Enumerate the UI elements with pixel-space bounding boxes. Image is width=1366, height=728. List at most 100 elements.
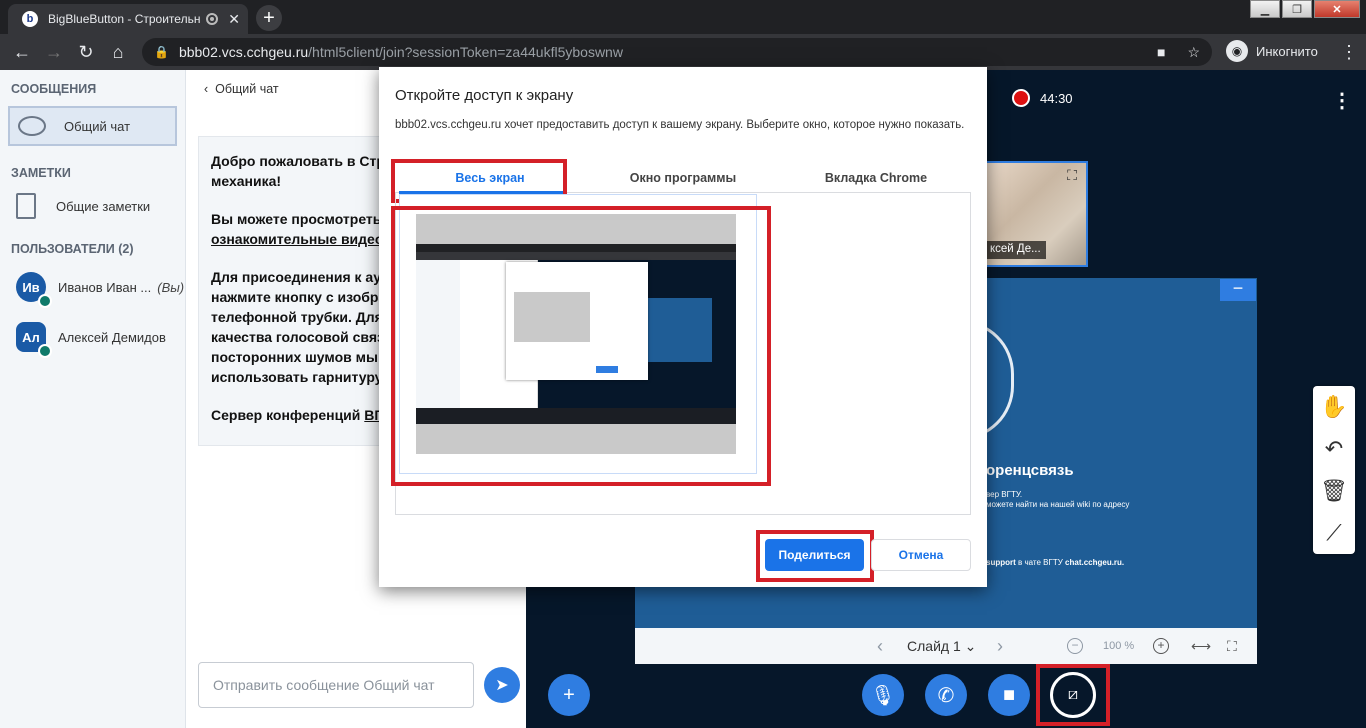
dialog-description: bbb02.vcs.cchgeu.ru хочет предоставить д… bbox=[395, 119, 965, 131]
window-controls: ▁ ❐ ✕ bbox=[1250, 0, 1360, 18]
messages-section-title: СООБЩЕНИЯ bbox=[11, 82, 97, 96]
address-bar[interactable]: 🔒 bbb02.vcs.cchgeu.ru /html5client/join?… bbox=[142, 38, 1212, 66]
shared-notes-item[interactable]: Общие заметки bbox=[0, 186, 185, 226]
fullscreen-icon[interactable]: ⛶ bbox=[1227, 638, 1237, 655]
user-item[interactable]: Ив Иванов Иван ... (Вы) bbox=[0, 262, 185, 312]
mic-status-icon bbox=[38, 344, 52, 358]
camera-blocked-icon[interactable]: ■ bbox=[1157, 44, 1165, 61]
hand-tool-icon[interactable]: ✋ bbox=[1313, 386, 1355, 428]
zoom-out-icon[interactable]: − bbox=[1067, 638, 1083, 654]
chat-bubble-icon bbox=[18, 116, 46, 136]
screenshare-highlight: ⧄ bbox=[1036, 664, 1110, 726]
minimize-presentation-button[interactable]: − bbox=[1220, 279, 1256, 301]
user-item[interactable]: Ал Алексей Демидов bbox=[0, 312, 185, 362]
welcome-text: Сервер конференций bbox=[211, 407, 365, 423]
welcome-text: Вы можете просмотреть bbox=[211, 211, 382, 227]
minimize-window-button[interactable]: ▁ bbox=[1250, 0, 1280, 18]
trash-icon[interactable]: 🗑 bbox=[1313, 470, 1355, 512]
home-icon[interactable]: ⌂ bbox=[102, 42, 134, 63]
url-path: /html5client/join?sessionToken=za44ukfl5… bbox=[308, 44, 623, 60]
star-icon[interactable]: ☆ bbox=[1187, 44, 1200, 61]
notes-section-title: ЗАМЕТКИ bbox=[11, 166, 71, 180]
back-icon[interactable]: ← bbox=[6, 42, 38, 63]
tab-title: BigBlueButton - Строительн bbox=[48, 12, 201, 26]
welcome-text: использовать гарнитуру bbox=[211, 369, 383, 385]
slide-text-bold: support bbox=[986, 558, 1016, 567]
user-name: Иванов Иван ... bbox=[58, 279, 152, 295]
previous-slide-icon[interactable]: ‹ bbox=[877, 636, 883, 657]
multi-user-whiteboard-icon[interactable]: ⟋ bbox=[1313, 512, 1355, 554]
users-section-title: ПОЛЬЗОВАТЕЛИ (2) bbox=[11, 242, 134, 256]
slide-text: support в чате ВГТУ chat.cchgeu.ru. bbox=[986, 558, 1124, 567]
dialog-title: Откройте доступ к экрану bbox=[395, 87, 574, 104]
user-list-panel: СООБЩЕНИЯ Общий чат ЗАМЕТКИ Общие заметк… bbox=[0, 70, 186, 728]
browser-tab[interactable]: b BigBlueButton - Строительн ✕ bbox=[8, 4, 248, 34]
public-chat-item[interactable]: Общий чат bbox=[8, 106, 177, 146]
maximize-window-button[interactable]: ❐ bbox=[1282, 0, 1312, 18]
share-button[interactable]: Поделиться bbox=[765, 539, 864, 571]
slide-selector[interactable]: Слайд 1 ⌄ bbox=[907, 638, 976, 655]
incognito-label: Инкогнито bbox=[1256, 43, 1318, 59]
welcome-text: посторонних шумов мы bbox=[211, 349, 378, 365]
thumbnail-highlight bbox=[391, 206, 771, 486]
new-tab-button[interactable]: + bbox=[256, 5, 282, 31]
welcome-text-end: ! bbox=[276, 173, 282, 189]
tab-application-window[interactable]: Окно программы bbox=[585, 163, 781, 193]
incognito-indicator[interactable]: ◉ Инкогнито bbox=[1226, 40, 1318, 62]
notes-icon bbox=[16, 193, 36, 219]
you-label: (Вы) bbox=[157, 279, 185, 295]
slide-heading: оренцсвязь bbox=[986, 462, 1074, 479]
recording-time: 44:30 bbox=[1040, 90, 1073, 106]
welcome-text: телефонной трубки. Для bbox=[211, 309, 383, 325]
url-host: bbb02.vcs.cchgeu.ru bbox=[178, 44, 309, 60]
public-chat-label: Общий чат bbox=[64, 118, 131, 134]
recording-icon bbox=[1012, 89, 1030, 107]
welcome-text: Добро пожаловать в bbox=[211, 153, 360, 169]
slide-selector-label: Слайд 1 bbox=[907, 637, 961, 654]
fullscreen-icon[interactable]: ⛶ bbox=[1062, 167, 1082, 187]
welcome-text: нажмите кнопку с изобра bbox=[211, 289, 384, 305]
share-webcam-button[interactable]: ■ bbox=[988, 674, 1030, 716]
chat-header[interactable]: ‹ Общий чат bbox=[204, 82, 279, 96]
incognito-icon: ◉ bbox=[1226, 40, 1248, 62]
avatar: Ал bbox=[16, 322, 52, 358]
leave-audio-button[interactable]: ✆ bbox=[925, 674, 967, 716]
desktop-share-icon: ⧄ bbox=[1067, 686, 1079, 703]
browser-tab-strip: b BigBlueButton - Строительн ✕ + ▁ ❐ ✕ bbox=[0, 0, 1366, 34]
recording-indicator[interactable]: 44:30 bbox=[1012, 89, 1073, 107]
options-menu-icon[interactable]: ⋮ bbox=[1332, 88, 1352, 113]
close-window-button[interactable]: ✕ bbox=[1314, 0, 1360, 18]
tab-close-icon[interactable]: ✕ bbox=[228, 11, 240, 28]
tab-chrome-tab[interactable]: Вкладка Chrome bbox=[781, 163, 971, 193]
chat-title: Общий чат bbox=[215, 82, 279, 96]
fit-width-icon[interactable]: ⟷ bbox=[1191, 638, 1211, 655]
video-camera-icon: ■ bbox=[1002, 683, 1016, 706]
welcome-message: Добро пожаловать в Стр механика! Вы может… bbox=[198, 136, 384, 446]
webcam-video[interactable]: ⛶ ксей Де... bbox=[984, 161, 1088, 267]
more-icon[interactable]: ⋮ bbox=[1340, 42, 1358, 63]
share-screen-button[interactable]: ⧄ bbox=[1050, 672, 1096, 718]
slide-text-bold: chat.cchgeu.ru. bbox=[1065, 558, 1125, 567]
chevron-left-icon: ‹ bbox=[204, 82, 216, 96]
lock-icon[interactable]: 🔒 bbox=[154, 45, 169, 59]
bigbluebutton-favicon-icon: b bbox=[22, 11, 38, 27]
shared-notes-label: Общие заметки bbox=[56, 198, 151, 214]
actions-button[interactable]: + bbox=[548, 674, 590, 716]
slide-controls: ‹ Слайд 1 ⌄ › − 100 % + ⟷ ⛶ bbox=[635, 628, 1257, 664]
mute-button[interactable]: 🎙 bbox=[862, 674, 904, 716]
next-slide-icon[interactable]: › bbox=[997, 636, 1003, 657]
avatar: Ив bbox=[16, 272, 52, 308]
tutorial-video-link[interactable]: ознакомительные видео bbox=[211, 231, 383, 247]
whiteboard-toolbar: ✋ ↶ 🗑 ⟋ bbox=[1313, 386, 1355, 554]
cancel-button[interactable]: Отмена bbox=[871, 539, 971, 571]
zoom-value: 100 % bbox=[1103, 640, 1135, 652]
send-message-button[interactable]: ➤ bbox=[484, 667, 520, 703]
reload-icon[interactable]: ↻ bbox=[70, 42, 102, 63]
chat-message-input[interactable]: Отправить сообщение Общий чат bbox=[198, 662, 474, 708]
zoom-in-icon[interactable]: + bbox=[1153, 638, 1169, 654]
forward-icon[interactable]: → bbox=[38, 42, 70, 63]
undo-icon[interactable]: ↶ bbox=[1313, 428, 1355, 470]
welcome-text: качества голосовой связ bbox=[211, 329, 384, 345]
microphone-icon: 🎙 bbox=[870, 684, 896, 707]
tab-recording-icon bbox=[206, 13, 219, 25]
